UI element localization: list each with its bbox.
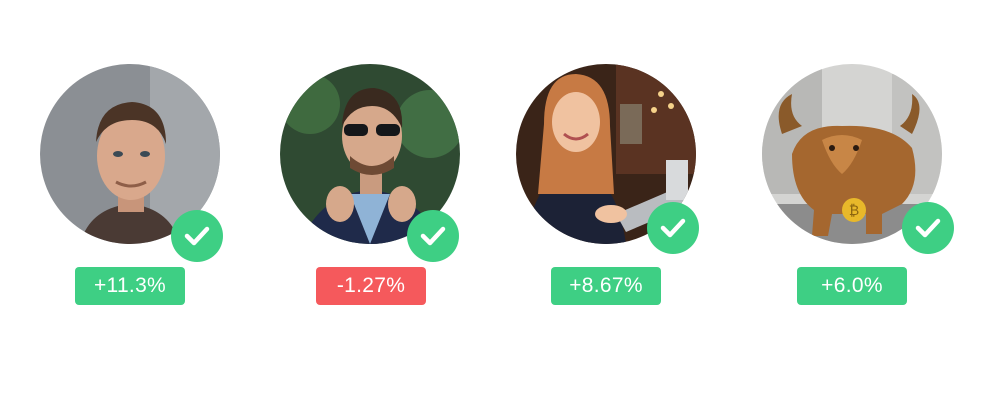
trader-card[interactable]: +11.3% — [40, 64, 223, 309]
change-badge: -1.27% — [316, 267, 426, 305]
change-badge: +8.67% — [551, 267, 661, 305]
check-icon — [915, 218, 941, 238]
trader-card[interactable]: ₿ +6.0% — [762, 64, 954, 309]
trader-card[interactable]: -1.27% — [280, 64, 460, 309]
verified-badge — [171, 210, 223, 262]
verified-badge — [647, 202, 699, 254]
change-badge: +11.3% — [75, 267, 185, 305]
svg-text:₿: ₿ — [849, 203, 859, 219]
check-icon — [660, 218, 686, 238]
verified-badge — [902, 202, 954, 254]
check-icon — [184, 226, 210, 246]
check-icon — [420, 226, 446, 246]
verified-badge — [407, 210, 459, 262]
change-badge: +6.0% — [797, 267, 907, 305]
trader-card[interactable]: +8.67% — [516, 64, 699, 309]
